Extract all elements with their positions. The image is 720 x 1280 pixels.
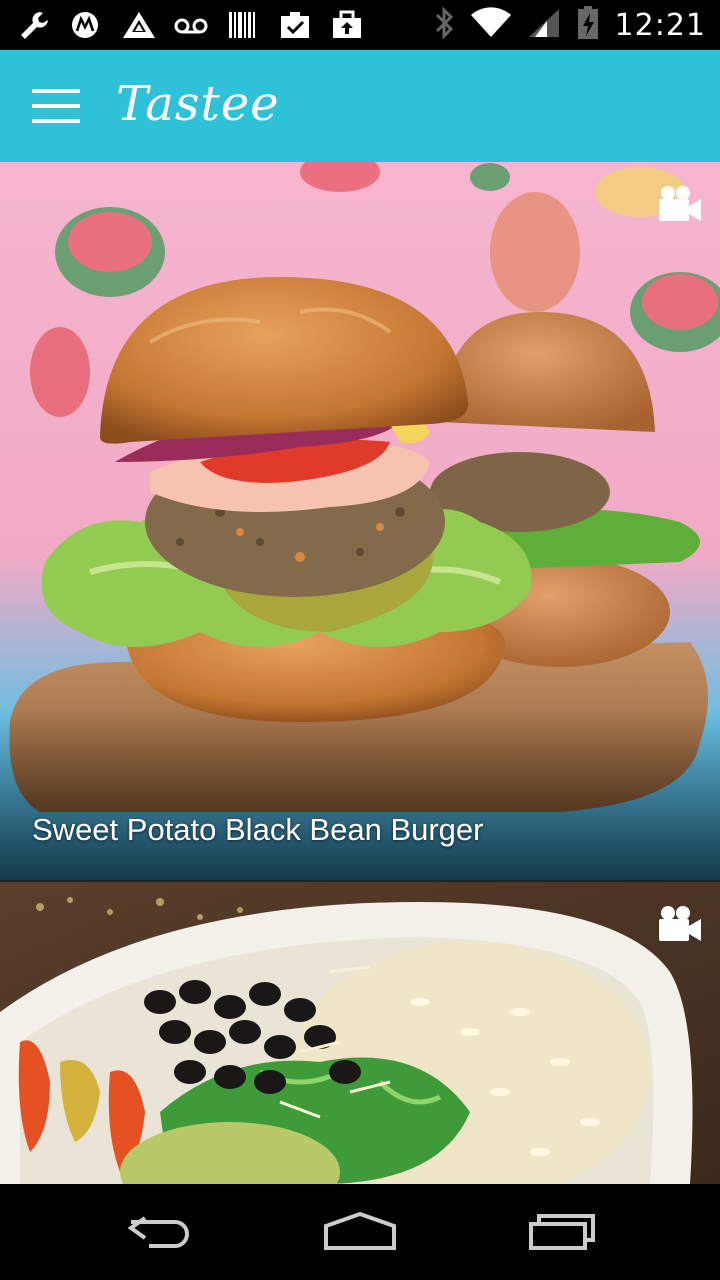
bag-upload-icon [330, 10, 364, 40]
hamburger-menu-icon [32, 89, 80, 123]
barcode-icon [226, 10, 260, 40]
system-status-icons: 12:21 [433, 6, 706, 44]
voicemail-icon [174, 10, 208, 40]
clipboard-check-icon [278, 10, 312, 40]
video-camera-icon [659, 906, 701, 941]
wrench-icon [18, 10, 52, 40]
home-icon [324, 1212, 396, 1250]
recipe-feed[interactable]: Sweet Potato Black Bean Burger [0, 162, 720, 1184]
app-bar: Tastee [0, 50, 720, 162]
motorola-icon [70, 10, 104, 40]
recipe-card[interactable] [0, 882, 720, 1184]
back-icon [127, 1216, 189, 1248]
recent-apps-icon [529, 1214, 595, 1250]
recent-apps-button[interactable] [512, 1202, 612, 1262]
home-button[interactable] [310, 1202, 410, 1262]
battery-charging-icon [577, 6, 599, 44]
cell-signal-icon [527, 7, 561, 43]
menu-button[interactable] [22, 76, 90, 136]
app-title: Tastee [116, 76, 280, 132]
clock: 12:21 [614, 7, 706, 43]
recipe-card[interactable]: Sweet Potato Black Bean Burger [0, 162, 720, 880]
video-camera-icon [659, 186, 701, 221]
navigation-bar [0, 1184, 720, 1280]
recipe-title: Sweet Potato Black Bean Burger [32, 812, 484, 847]
back-button[interactable] [110, 1202, 210, 1262]
wifi-icon [470, 7, 511, 43]
notification-icons [18, 8, 364, 42]
status-bar: 12:21 [0, 0, 720, 50]
recipe-image [0, 882, 720, 1184]
network-icon [122, 10, 156, 40]
bluetooth-icon [433, 6, 455, 44]
